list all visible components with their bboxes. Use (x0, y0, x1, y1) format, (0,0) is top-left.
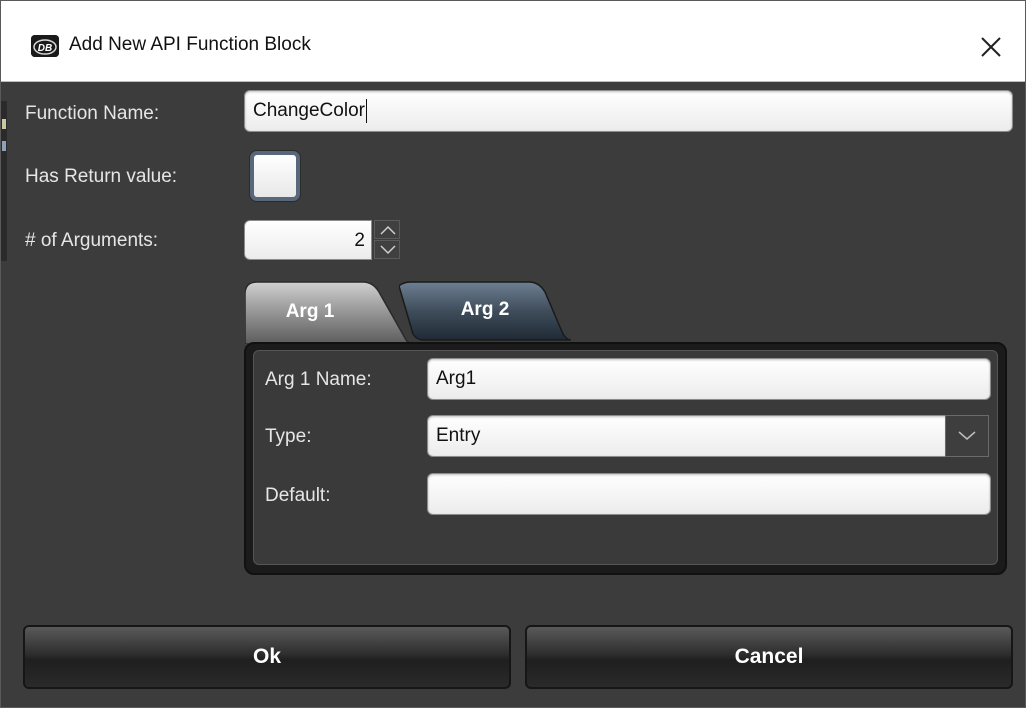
arg-type-label: Type: (265, 426, 312, 447)
text-caret (365, 98, 367, 123)
arg-count-decrement-button[interactable] (374, 240, 400, 259)
close-icon (981, 37, 1001, 57)
chevron-down-icon (958, 431, 976, 440)
left-edge-decoration (1, 101, 7, 261)
function-name-label: Function Name: (25, 103, 160, 124)
arg-count-input[interactable]: 2 (244, 220, 372, 260)
tab-arg-1-label: Arg 1 (285, 301, 335, 322)
has-return-label: Has Return value: (25, 166, 178, 187)
dialog-window: DB Add New API Function Block Function N… (0, 0, 1026, 708)
svg-text:DB: DB (38, 43, 52, 54)
arg-default-label: Default: (265, 485, 331, 506)
arg-count-label: # of Arguments: (25, 230, 159, 251)
function-name-value: ChangeColor (253, 100, 365, 121)
arg-type-dropdown-button[interactable] (945, 415, 989, 457)
chevron-up-icon (380, 225, 396, 235)
tab-arg-2-label: Arg 2 (460, 299, 510, 320)
chevron-down-icon (380, 245, 396, 255)
app-logo-icon: DB (31, 35, 59, 57)
function-name-input[interactable]: ChangeColor (244, 90, 1013, 132)
arg-name-label: Arg 1 Name: (265, 369, 372, 390)
tab-arg-1[interactable]: Arg 1 (245, 280, 413, 344)
cancel-button[interactable]: Cancel (525, 625, 1013, 689)
ok-button[interactable]: Ok (23, 625, 511, 689)
title-bar[interactable]: DB Add New API Function Block (1, 1, 1025, 82)
arg-type-select[interactable]: Entry (427, 415, 947, 457)
arg-default-input[interactable] (427, 473, 991, 515)
arg-name-input[interactable]: Arg1 (427, 358, 991, 400)
close-button[interactable] (971, 27, 1011, 67)
tab-arg-2[interactable]: Arg 2 (399, 280, 571, 344)
arg-count-increment-button[interactable] (374, 220, 400, 239)
window-title: Add New API Function Block (69, 34, 311, 55)
has-return-checkbox[interactable] (250, 151, 300, 201)
